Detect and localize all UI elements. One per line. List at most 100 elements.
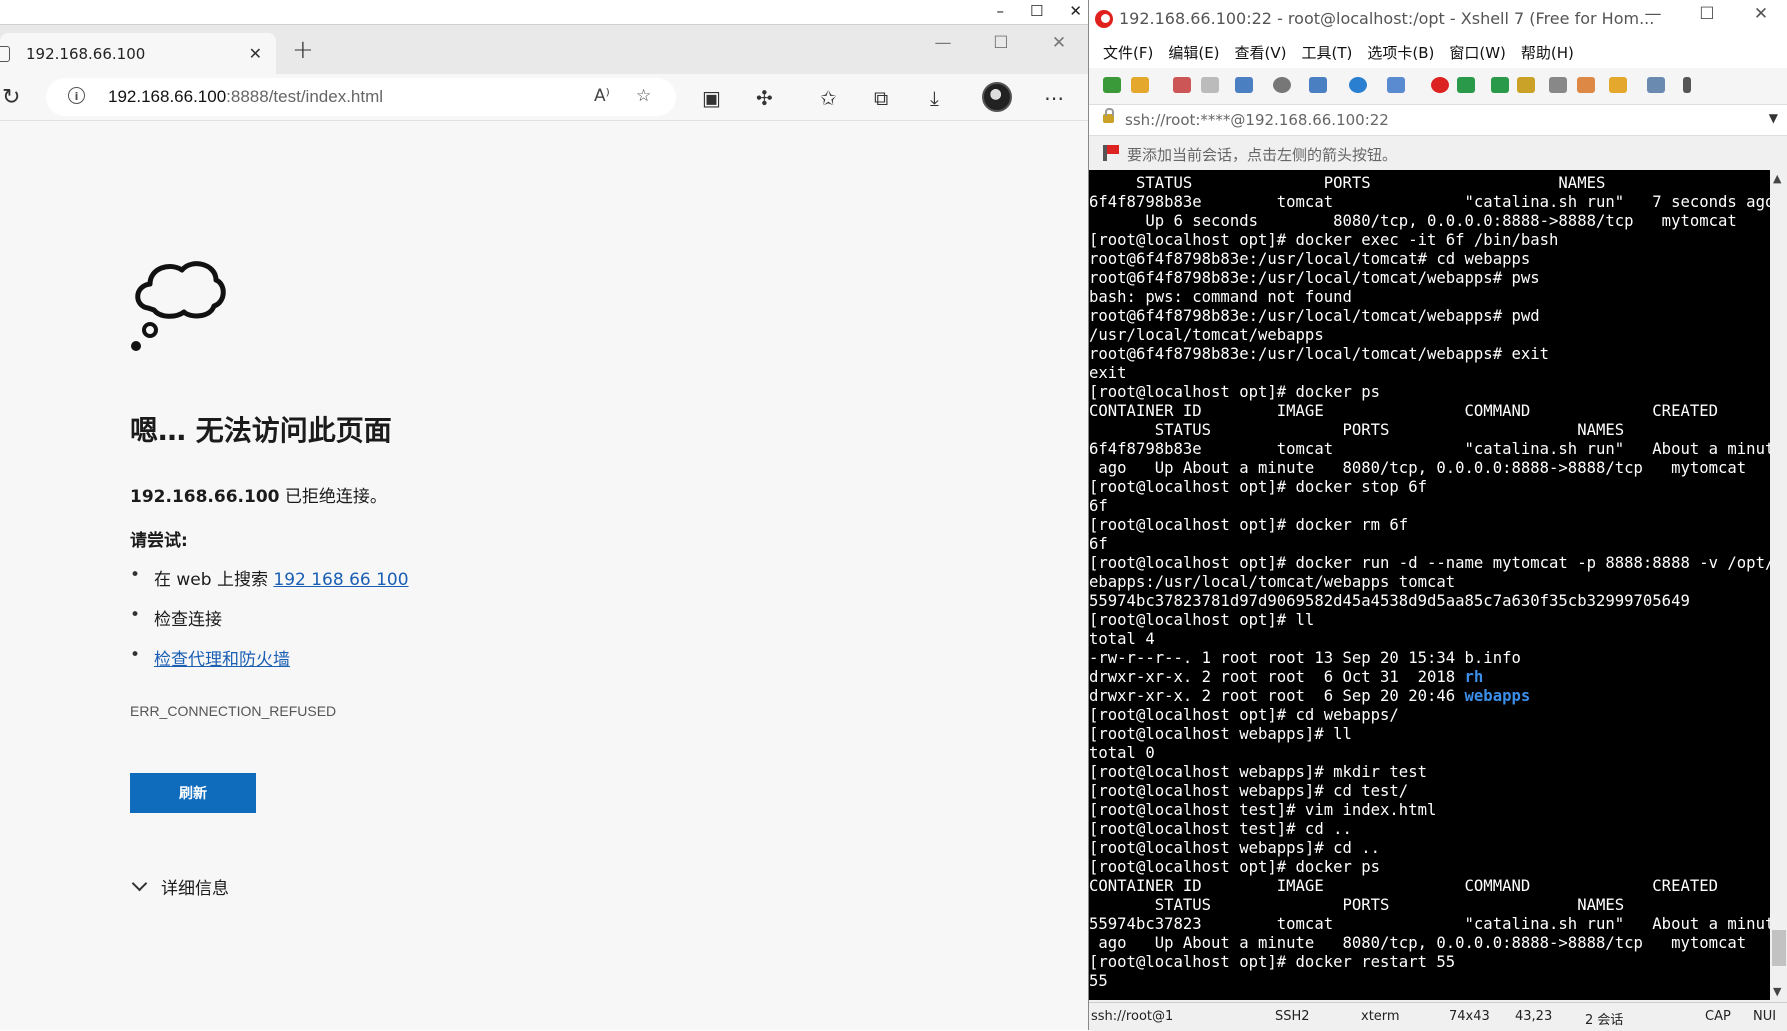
terminal-line: STATUS PORTS NAMES	[1089, 896, 1625, 914]
tab-active[interactable]: 192.168.66.100 ✕	[0, 33, 276, 75]
minimize-icon[interactable]: –	[996, 2, 1004, 22]
properties-icon[interactable]	[1235, 77, 1253, 93]
status-connection: ssh://root@1	[1091, 1009, 1174, 1024]
collections-icon[interactable]: ⧉	[874, 86, 888, 110]
terminal-line: ago Up About a minute 8080/tcp, 0.0.0.0:…	[1089, 934, 1747, 952]
layout-icon[interactable]	[1309, 77, 1327, 93]
error-message: 192.168.66.100 已拒绝连接。	[130, 482, 387, 507]
terminal-line: [root@localhost test]# vim index.html	[1089, 801, 1437, 819]
lock-toolbar-icon[interactable]	[1517, 77, 1535, 93]
session-hint: 要添加当前会话，点击左侧的箭头按钮。	[1127, 146, 1398, 164]
terminal-scrollbar[interactable]: ▲ ▼	[1770, 170, 1787, 1000]
close-icon[interactable]: ✕	[1069, 2, 1082, 22]
keyboard-icon[interactable]	[1549, 77, 1567, 93]
disconnect-icon[interactable]	[1173, 77, 1191, 93]
address-bar[interactable]: i 192.168.66.100:8888/test/index.html A⁾…	[46, 78, 676, 116]
chevron-down-icon	[131, 875, 148, 892]
download-icon[interactable]: ⤓	[930, 86, 939, 110]
terminal[interactable]: STATUS PORTS NAMES 6f4f8798b83e tomcat "…	[1089, 170, 1770, 1000]
terminal-line: [root@localhost test]# cd ..	[1089, 820, 1352, 838]
xftp-icon[interactable]	[1431, 77, 1449, 93]
close-button[interactable]: ✕	[1030, 33, 1088, 53]
favorites-icon[interactable]: ✩	[820, 86, 837, 110]
xshell-minimize-button[interactable]: —	[1626, 4, 1680, 24]
terminal-line: [root@localhost webapps]# cd ..	[1089, 839, 1381, 857]
xshell-window: 192.168.66.100:22 - root@localhost:/opt …	[1088, 0, 1787, 1031]
menu-tools[interactable]: 工具(T)	[1302, 38, 1353, 68]
menu-view[interactable]: 查看(V)	[1235, 38, 1287, 68]
chevron-down-icon[interactable]: ▼	[1769, 111, 1778, 125]
status-sessions[interactable]: 2 会话	[1585, 1009, 1623, 1028]
details-label: 详细信息	[161, 879, 229, 899]
info-icon[interactable]: i	[68, 87, 85, 104]
terminal-line: CONTAINER ID IMAGE COMMAND CREATED	[1089, 402, 1719, 420]
browser-window-controls: — ☐ ✕	[914, 33, 1088, 53]
toolbar-overflow-icon[interactable]	[1683, 77, 1691, 93]
search-link[interactable]: 192 168 66 100	[273, 570, 408, 590]
refresh-button[interactable]: 刷新	[130, 773, 256, 813]
new-tab-button[interactable]: +	[292, 35, 314, 65]
scroll-up-icon[interactable]: ▲	[1773, 172, 1781, 185]
read-aloud-icon[interactable]: A⁾	[594, 86, 610, 106]
details-toggle[interactable]: 详细信息	[131, 874, 229, 899]
menu-help[interactable]: 帮助(H)	[1521, 38, 1574, 68]
xshell-menubar: 文件(F) 编辑(E) 查看(V) 工具(T) 选项卡(B) 窗口(W) 帮助(…	[1089, 38, 1787, 68]
highlight-icon[interactable]	[1577, 77, 1595, 93]
session-address-bar[interactable]: ssh://root:****@192.168.66.100:22 ▼	[1089, 105, 1787, 136]
address-url[interactable]: 192.168.66.100:8888/test/index.html	[108, 87, 383, 107]
find-icon[interactable]	[1273, 77, 1291, 93]
terminal-output: STATUS PORTS NAMES 6f4f8798b83e tomcat "…	[1089, 170, 1770, 991]
terminal-line: 6f4f8798b83e tomcat "catalina.sh run" 7 …	[1089, 193, 1770, 211]
fullscreen-icon[interactable]	[1491, 77, 1509, 93]
terminal-line: /usr/local/tomcat/webapps	[1089, 326, 1324, 344]
favorite-add-icon[interactable]: ☆	[636, 86, 651, 106]
status-num: NUI	[1753, 1009, 1777, 1024]
reconnect-icon[interactable]	[1201, 77, 1219, 93]
terminal-line: [root@localhost opt]# docker ps	[1089, 383, 1381, 401]
error-code: ERR_CONNECTION_REFUSED	[130, 703, 337, 719]
minimize-button[interactable]: —	[914, 33, 972, 53]
lock-icon	[1103, 108, 1114, 123]
tab-close-icon[interactable]: ✕	[249, 44, 262, 63]
terminal-line: -rw-r--r--. 1 root root 13 Sep 20 15:34 …	[1089, 649, 1521, 667]
bookmark-flag-icon[interactable]	[1103, 145, 1119, 161]
extensions-icon[interactable]: ✣	[756, 86, 773, 110]
split-screen-icon[interactable]: ▣	[702, 86, 721, 110]
status-size: 74x43	[1449, 1009, 1490, 1024]
menu-window[interactable]: 窗口(W)	[1449, 38, 1506, 68]
more-icon[interactable]: ⋯	[1044, 86, 1064, 110]
error-title: 嗯… 无法访问此页面	[130, 414, 392, 447]
terminal-line: STATUS PORTS NAMES	[1089, 174, 1606, 192]
terminal-line: [root@localhost opt]# docker stop 6f	[1089, 478, 1427, 496]
menu-edit[interactable]: 编辑(E)	[1168, 38, 1219, 68]
terminal-line: 6f	[1089, 535, 1108, 553]
directory-name: rh	[1464, 668, 1484, 686]
terminal-line: CONTAINER ID IMAGE COMMAND CREATED	[1089, 877, 1719, 895]
open-folder-icon[interactable]	[1131, 77, 1149, 93]
scrollbar-thumb[interactable]	[1772, 930, 1786, 966]
maximize-icon[interactable]: ☐	[1030, 2, 1043, 22]
terminal-line: [root@localhost webapps]# ll	[1089, 725, 1352, 743]
globe-icon[interactable]	[1349, 77, 1367, 93]
xmanager-icon[interactable]	[1457, 77, 1475, 93]
xshell-maximize-button[interactable]: ☐	[1680, 4, 1734, 24]
error-message-text: 已拒绝连接。	[279, 487, 387, 507]
tab-layout-icon[interactable]	[1647, 77, 1665, 93]
font-icon[interactable]	[1387, 77, 1405, 93]
session-url: ssh://root:****@192.168.66.100:22	[1125, 111, 1389, 129]
proxy-firewall-link[interactable]: 检查代理和防火墙	[154, 650, 290, 670]
maximize-button[interactable]: ☐	[972, 33, 1030, 53]
suggestion-search-prefix: 在 web 上搜索	[154, 570, 274, 590]
menu-file[interactable]: 文件(F)	[1103, 38, 1153, 68]
terminal-line: [root@localhost opt]# docker rm 6f	[1089, 516, 1409, 534]
background-window-controls: – ☐ ✕	[996, 2, 1088, 22]
reload-icon[interactable]: ↻	[2, 85, 20, 110]
background-window-strip: – ☐ ✕	[0, 0, 1088, 24]
add-session-icon[interactable]	[1609, 77, 1627, 93]
new-session-icon[interactable]	[1103, 77, 1121, 93]
xshell-close-button[interactable]: ✕	[1734, 4, 1787, 24]
scroll-down-icon[interactable]: ▼	[1773, 985, 1781, 998]
menu-tab[interactable]: 选项卡(B)	[1367, 38, 1434, 68]
terminal-line: 6f4f8798b83e tomcat "catalina.sh run" Ab…	[1089, 440, 1770, 458]
profile-avatar[interactable]	[982, 82, 1012, 112]
